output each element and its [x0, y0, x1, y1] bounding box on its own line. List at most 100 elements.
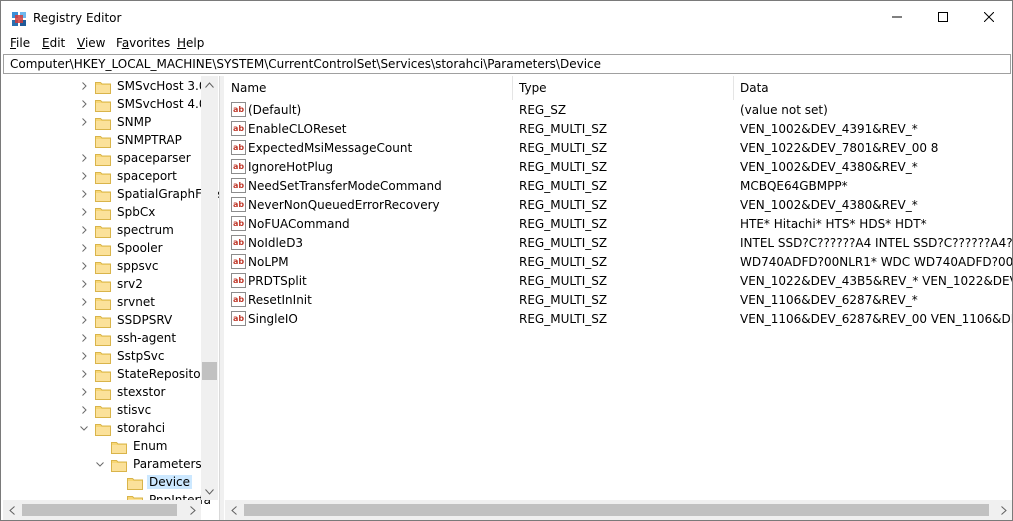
- tree-item[interactable]: spaceparser: [79, 149, 193, 167]
- tree-item-label: stexstor: [117, 385, 166, 399]
- menu-favorites[interactable]: Favorites: [116, 36, 170, 50]
- tree-vertical-scrollbar[interactable]: [201, 76, 218, 500]
- chevron-right-icon[interactable]: [79, 185, 89, 203]
- value-name: SingleIO: [248, 311, 298, 326]
- tree-item[interactable]: Enum: [95, 437, 169, 455]
- tree-item[interactable]: Parameters: [95, 455, 204, 473]
- tree-item[interactable]: ssh-agent: [79, 329, 178, 347]
- chevron-right-icon[interactable]: [79, 95, 89, 113]
- chevron-right-icon[interactable]: [79, 167, 89, 185]
- scroll-right-button[interactable]: [995, 500, 1012, 520]
- chevron-right-icon[interactable]: [79, 257, 89, 275]
- tree-item[interactable]: spectrum: [79, 221, 176, 239]
- scrollbar-thumb[interactable]: [22, 504, 177, 516]
- chevron-down-icon[interactable]: [79, 419, 89, 437]
- tree-item[interactable]: SpbCx: [79, 203, 157, 221]
- chevron-right-icon[interactable]: [79, 347, 89, 365]
- svg-text:ab: ab: [233, 276, 244, 285]
- value-data: INTEL SSD?C??????A4 INTEL SSD?C??????A4?…: [740, 235, 1012, 250]
- chevron-right-icon[interactable]: [79, 275, 89, 293]
- pane-splitter[interactable]: [219, 76, 224, 520]
- tree-item[interactable]: SMSvcHost 4.0.0: [79, 95, 219, 113]
- chevron-right-icon[interactable]: [79, 383, 89, 401]
- close-button[interactable]: [966, 1, 1012, 33]
- svg-text:ab: ab: [233, 162, 244, 171]
- tree-item[interactable]: srv2: [79, 275, 145, 293]
- folder-icon: [95, 98, 111, 112]
- values-list[interactable]: Name Type Data ab (Default) REG_SZ (value n…: [225, 76, 1012, 500]
- key-tree[interactable]: SMSvcHost 3.0.0 SMSvcHost 4.0.0 SNMP SNMPTR…: [3, 76, 219, 520]
- chevron-right-icon[interactable]: [79, 311, 89, 329]
- value-row[interactable]: ab EnableCLOReset REG_MULTI_SZ VEN_1002&DEV…: [225, 119, 1012, 138]
- tree-item[interactable]: srvnet: [79, 293, 157, 311]
- value-row[interactable]: ab IgnoreHotPlug REG_MULTI_SZ VEN_1002&DEV_…: [225, 157, 1012, 176]
- value-row[interactable]: ab ResetInInit REG_MULTI_SZ VEN_1106&DEV_62…: [225, 290, 1012, 309]
- tree-item[interactable]: storahci: [79, 419, 167, 437]
- column-header-name[interactable]: Name: [225, 76, 513, 100]
- title-bar[interactable]: Registry Editor: [1, 1, 1012, 35]
- svg-text:ab: ab: [233, 124, 244, 133]
- tree-item[interactable]: Device: [111, 473, 193, 491]
- folder-icon: [95, 296, 111, 310]
- tree-horizontal-scrollbar[interactable]: [3, 500, 201, 520]
- menu-edit[interactable]: Edit: [42, 36, 65, 50]
- value-data: VEN_1002&DEV_4391&REV_*: [740, 121, 918, 136]
- value-row[interactable]: ab SingleIO REG_MULTI_SZ VEN_1106&DEV_6287&…: [225, 309, 1012, 328]
- column-header-data[interactable]: Data: [734, 76, 1012, 100]
- chevron-right-icon[interactable]: [79, 401, 89, 419]
- minimize-button[interactable]: [874, 1, 920, 33]
- string-value-icon: ab: [231, 311, 246, 326]
- tree-item[interactable]: SpatialGraphFilte: [79, 185, 219, 203]
- maximize-button[interactable]: [920, 1, 966, 33]
- folder-icon: [95, 152, 111, 166]
- folder-icon: [95, 224, 111, 238]
- address-path[interactable]: Computer\HKEY_LOCAL_MACHINE\SYSTEM\Curre…: [10, 57, 601, 71]
- string-value-icon: ab: [231, 178, 246, 193]
- column-header-type[interactable]: Type: [513, 76, 734, 100]
- tree-item[interactable]: SstpSvc: [79, 347, 167, 365]
- scrollbar-thumb[interactable]: [202, 362, 217, 380]
- tree-item[interactable]: SNMPTRAP: [79, 131, 184, 149]
- value-row[interactable]: ab NoIdleD3 REG_MULTI_SZ INTEL SSD?C??????A…: [225, 233, 1012, 252]
- tree-item[interactable]: sppsvc: [79, 257, 160, 275]
- chevron-right-icon[interactable]: [79, 77, 89, 95]
- chevron-right-icon[interactable]: [79, 293, 89, 311]
- tree-item[interactable]: SSDPSRV: [79, 311, 174, 329]
- value-row[interactable]: ab NeverNonQueuedErrorRecovery REG_MULTI_S…: [225, 195, 1012, 214]
- tree-item[interactable]: stisvc: [79, 401, 153, 419]
- list-horizontal-scrollbar[interactable]: [225, 500, 1012, 520]
- chevron-right-icon[interactable]: [79, 365, 89, 383]
- tree-item[interactable]: stexstor: [79, 383, 167, 401]
- value-row[interactable]: ab PRDTSplit REG_MULTI_SZ VEN_1022&DEV_43B5…: [225, 271, 1012, 290]
- scroll-left-button[interactable]: [225, 500, 242, 520]
- value-row[interactable]: ab NoLPM REG_MULTI_SZ WD740ADFD?00NLR1* WDC…: [225, 252, 1012, 271]
- value-row[interactable]: ab (Default) REG_SZ (value not set): [225, 100, 1012, 119]
- value-row[interactable]: ab NoFUACommand REG_MULTI_SZ HTE* Hitachi* …: [225, 214, 1012, 233]
- menu-help[interactable]: Help: [177, 36, 204, 50]
- chevron-right-icon[interactable]: [79, 149, 89, 167]
- menu-view[interactable]: View: [77, 36, 105, 50]
- chevron-right-icon[interactable]: [79, 239, 89, 257]
- address-bar[interactable]: Computer\HKEY_LOCAL_MACHINE\SYSTEM\Curre…: [3, 54, 1011, 74]
- chevron-right-icon[interactable]: [79, 221, 89, 239]
- menu-file[interactable]: File: [10, 36, 30, 50]
- value-row[interactable]: ab ExpectedMsiMessageCount REG_MULTI_SZ VEN…: [225, 138, 1012, 157]
- tree-item[interactable]: Spooler: [79, 239, 165, 257]
- svg-text:ab: ab: [233, 181, 244, 190]
- tree-item[interactable]: StateRepository: [79, 365, 215, 383]
- menu-view-rest: iew: [84, 36, 106, 50]
- chevron-down-icon[interactable]: [95, 455, 105, 473]
- scroll-left-button[interactable]: [3, 500, 20, 520]
- tree-item[interactable]: SMSvcHost 3.0.0: [79, 77, 219, 95]
- tree-item[interactable]: SNMP: [79, 113, 153, 131]
- tree-item[interactable]: spaceport: [79, 167, 179, 185]
- scroll-right-button[interactable]: [184, 500, 201, 520]
- scroll-down-button[interactable]: [201, 483, 218, 500]
- scroll-up-button[interactable]: [201, 76, 218, 93]
- value-row[interactable]: ab NeedSetTransferModeCommand REG_MULTI_SZ…: [225, 176, 1012, 195]
- tree-item-label: sppsvc: [117, 259, 159, 273]
- chevron-right-icon[interactable]: [79, 113, 89, 131]
- scrollbar-thumb[interactable]: [244, 504, 989, 516]
- chevron-right-icon[interactable]: [79, 203, 89, 221]
- chevron-right-icon[interactable]: [79, 329, 89, 347]
